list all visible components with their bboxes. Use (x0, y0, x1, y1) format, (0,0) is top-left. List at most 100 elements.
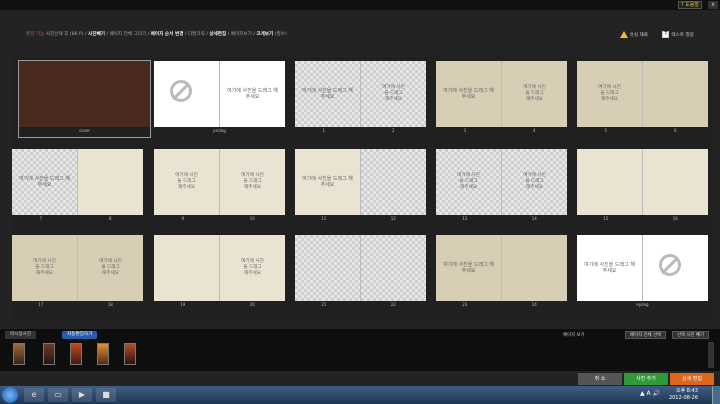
select-all-pages-button[interactable]: 페이지 전체 선택 (625, 331, 667, 339)
start-button[interactable] (2, 387, 18, 403)
remove-selected-button[interactable]: 선택 사진 빼기 (672, 331, 710, 339)
page-label-left: 15 (603, 216, 609, 221)
page-label-right: 16 (672, 216, 678, 221)
page-cover[interactable]: cover (18, 60, 151, 138)
add-photo-button[interactable]: 사진 추가 (624, 373, 668, 385)
drop-placeholder: 여기에 사진을 드래그 해주세요 (523, 85, 546, 102)
step-9: (필수) (274, 32, 287, 37)
title-bar (0, 0, 720, 10)
drop-placeholder: 여기에 사진을 드래그 해주세요 (443, 262, 494, 274)
show-desktop-button[interactable] (712, 386, 720, 404)
step-3: 페이지 전체 그리기 (109, 32, 147, 37)
page-label-left: 9 (181, 216, 185, 221)
tray-scrollbar[interactable] (708, 342, 714, 368)
page-11-12[interactable]: 여기에 사진을 드래그 해주세요 11 12 (295, 149, 426, 225)
photo-thumb[interactable] (124, 343, 136, 365)
photobook-editor: ? 도움말 x 편집 기능 사진선택 후 (86 P) / 사진빼기 / 페이지… (0, 0, 720, 386)
breadcrumb: 편집 기능 사진선택 후 (86 P) / 사진빼기 / 페이지 전체 그리기 … (26, 32, 287, 37)
cancel-button[interactable]: 취 소 (578, 373, 622, 385)
step-8[interactable]: 크게보기 (256, 32, 273, 37)
page-label-right: 2 (391, 128, 395, 133)
clock[interactable]: 오후 8:43 2012-08-26 (669, 388, 698, 402)
page-label: cover (78, 128, 91, 133)
step-1: 사진선택 후 (86 P) (45, 32, 84, 37)
page-label-right: 20 (249, 302, 255, 307)
drop-placeholder: 여기에 사진을 드래그 해주세요 (227, 88, 278, 100)
app-icon[interactable]: ■ (96, 388, 116, 402)
tab-photos[interactable]: 마시용사진 (5, 331, 37, 339)
page-5-6[interactable]: 여기에 사진을 드래그 해주세요 5 6 (577, 61, 708, 137)
warning-text[interactable]: T 텍스트 칠봉 (662, 31, 694, 38)
photo-thumb[interactable] (97, 343, 109, 365)
drop-placeholder: 여기에 사진을 드래그 해주세요 (19, 176, 70, 188)
folder-icon[interactable]: ▭ (48, 388, 68, 402)
page-label-left: 3 (463, 128, 467, 133)
page-label-right: 12 (390, 216, 396, 221)
page-label-right: 24 (531, 302, 537, 307)
page-label-left: 1 (322, 128, 326, 133)
page-view-label[interactable]: 페이지 보기 (563, 332, 585, 338)
step-2[interactable]: 사진빼기 (88, 32, 105, 37)
page-label-left: 11 (321, 216, 327, 221)
clock-time: 오후 8:43 (675, 388, 698, 394)
page-1-2[interactable]: 여기에 사진을 드래그 해주세요 여기에 사진을 드래그 해주세요 1 2 (295, 61, 426, 137)
page-label-right: 8 (108, 216, 112, 221)
page-15-16[interactable]: 15 16 (577, 149, 708, 225)
drop-placeholder: 여기에 사진을 드래그 해주세요 (241, 173, 264, 190)
step-4[interactable]: 페이지 순서 변경 (151, 32, 184, 37)
page-label-left: 5 (604, 128, 608, 133)
tray-icons[interactable]: ▲ A 🔊 (640, 390, 660, 397)
drop-placeholder: 여기에 사진을 드래그 해주세요 (584, 262, 635, 274)
page-label-right: 6 (673, 128, 677, 133)
page-7-8[interactable]: 여기에 사진을 드래그 해주세요 7 8 (12, 149, 143, 225)
ie-icon[interactable]: e (24, 388, 44, 402)
photo-thumb[interactable] (13, 343, 25, 365)
text-icon: T (662, 31, 670, 38)
page-label-left: 7 (39, 216, 43, 221)
no-image-icon (170, 80, 192, 102)
page-label-left: 23 (462, 302, 468, 307)
step-6[interactable]: 상세편집 (209, 32, 226, 37)
drop-placeholder: 여기에 사진을 드래그 해주세요 (443, 88, 494, 100)
page-label-left: 21 (321, 302, 327, 307)
page-21-22[interactable]: 21 22 (295, 235, 426, 311)
page-label-left: 13 (462, 216, 468, 221)
detail-edit-button[interactable]: 상세 편집 (670, 373, 714, 385)
page-19-20[interactable]: 여기에 사진을 드래그 해주세요 19 20 (154, 235, 285, 311)
photo-thumb[interactable] (70, 343, 82, 365)
drop-placeholder: 여기에 사진을 드래그 해주세요 (302, 88, 353, 100)
page-label: epilog (636, 302, 649, 307)
page-prolog[interactable]: 여기에 사진을 드래그 해주세요 prolog (154, 61, 285, 137)
page-epilog[interactable]: 여기에 사진을 드래그 해주세요 epilog (577, 235, 708, 311)
drop-placeholder: 여기에 사진을 드래그 해주세요 (33, 259, 56, 276)
page-label-left: 17 (38, 302, 44, 307)
drop-placeholder: 여기에 사진을 드래그 해주세요 (302, 176, 353, 188)
page-9-10[interactable]: 여기에 사진을 드래그 해주세요 여기에 사진을 드래그 해주세요 9 10 (154, 149, 285, 225)
tab-auto-edit[interactable]: 자동편집하기 (62, 331, 98, 339)
close-button[interactable]: x (708, 1, 718, 9)
page-17-18[interactable]: 여기에 사진을 드래그 해주세요 여기에 사진을 드래그 해주세요 17 18 (12, 235, 143, 311)
help-button[interactable]: ? 도움말 (677, 1, 702, 9)
page-label: prolog (213, 128, 226, 133)
warning-missing[interactable]: 유실 재료 (619, 31, 648, 38)
photo-thumb[interactable] (43, 343, 55, 365)
page-label-right: 4 (532, 128, 536, 133)
drop-placeholder: 여기에 사진을 드래그 해주세요 (241, 259, 264, 276)
step-5: 다봤크릭 (187, 32, 205, 37)
drop-placeholder: 여기에 사진을 드래그 해주세요 (598, 85, 621, 102)
drop-placeholder: 여기에 사진을 드래그 해주세요 (523, 173, 546, 190)
page-23-24[interactable]: 여기에 사진을 드래그 해주세요 23 24 (436, 235, 567, 311)
page-3-4[interactable]: 여기에 사진을 드래그 해주세요 여기에 사진을 드래그 해주세요 3 4 (436, 61, 567, 137)
drop-placeholder: 여기에 사진을 드래그 해주세요 (382, 85, 405, 102)
step-current: 편집 기능 (26, 32, 45, 37)
page-label-right: 22 (390, 302, 396, 307)
drop-placeholder: 여기에 사진을 드래그 해주세요 (457, 173, 480, 190)
page-grid: cover 여기에 사진을 드래그 해주세요 prolog 여기에 사진을 드래… (12, 57, 712, 319)
clock-date: 2012-08-26 (668, 395, 698, 401)
cover-image (19, 61, 150, 127)
page-label-left: 19 (180, 302, 186, 307)
media-icon[interactable]: ▶ (72, 388, 92, 402)
page-13-14[interactable]: 여기에 사진을 드래그 해주세요 여기에 사진을 드래그 해주세요 13 14 (436, 149, 567, 225)
page-label-right: 18 (107, 302, 113, 307)
no-image-icon (659, 254, 681, 276)
